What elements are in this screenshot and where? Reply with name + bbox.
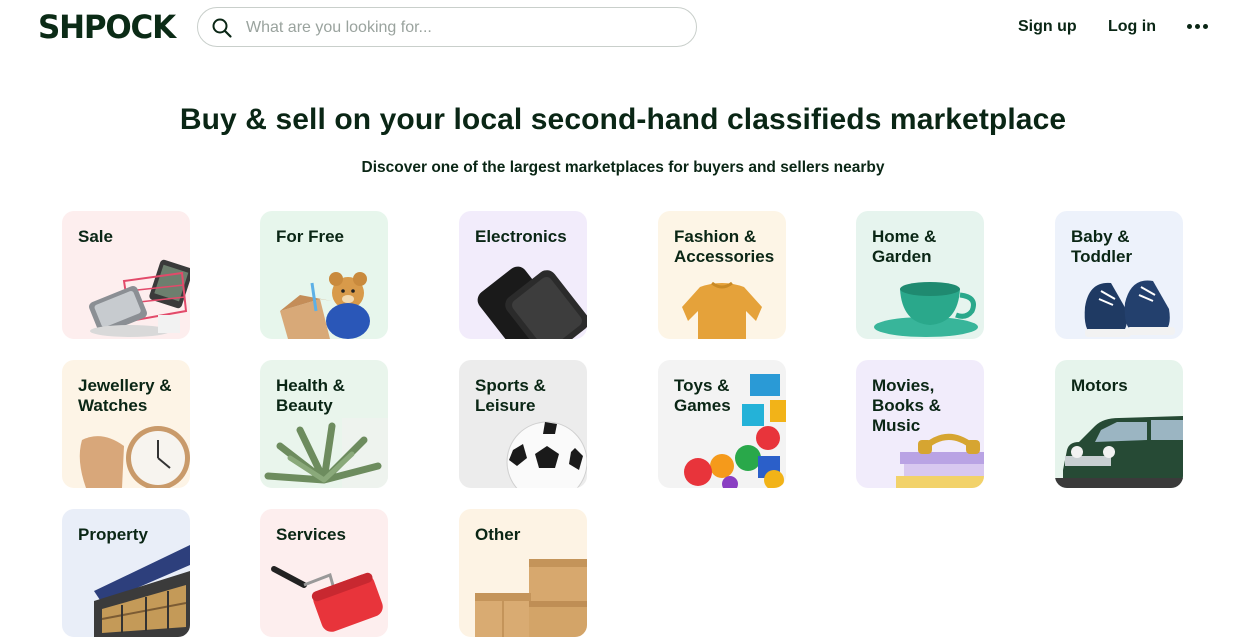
category-label: Electronics [475, 227, 567, 246]
category-tile-motors[interactable]: Motors [1055, 360, 1183, 488]
category-label: Toys & Games [674, 376, 731, 415]
sign-up-link[interactable]: Sign up [1018, 18, 1077, 36]
category-label: Baby & Toddler [1071, 227, 1133, 266]
page-title: Buy & sell on your local second-hand cla… [179, 103, 1067, 136]
search-icon[interactable] [211, 17, 233, 39]
category-label: Home & Garden [872, 227, 937, 266]
category-tile-movies-books-music[interactable]: Movies, Books & Music [856, 360, 984, 488]
log-in-link[interactable]: Log in [1108, 18, 1156, 36]
category-tile-sports-leisure[interactable]: Sports & Leisure [459, 360, 587, 488]
category-tile-toys-games[interactable]: Toys & Games [658, 360, 786, 488]
category-tile-fashion-accessories[interactable]: Fashion & Accessories [658, 211, 786, 339]
category-label: Movies, Books & Music [872, 376, 941, 435]
category-label: Services [276, 525, 346, 544]
category-label: Other [475, 525, 521, 544]
category-label: Property [78, 525, 148, 544]
page-subtitle: Discover one of the largest marketplaces… [361, 159, 885, 176]
category-tile-property[interactable]: Property [62, 509, 190, 637]
category-tile-jewellery-watches[interactable]: Jewellery & Watches [62, 360, 190, 488]
category-tile-baby-toddler[interactable]: Baby & Toddler [1055, 211, 1183, 339]
category-tile-other[interactable]: Other [459, 509, 587, 637]
category-label: Health & Beauty [276, 376, 345, 415]
category-label: Sale [78, 227, 113, 246]
category-label: Sports & Leisure [475, 376, 546, 415]
category-label: For Free [276, 227, 345, 246]
shpock-logo[interactable]: SHPOCK [38, 10, 176, 47]
more-options-icon[interactable] [1187, 24, 1211, 32]
category-label: Jewellery & Watches [78, 376, 172, 415]
category-tile-for-free[interactable]: For Free [260, 211, 388, 339]
category-tile-electronics[interactable]: Electronics [459, 211, 587, 339]
category-tile-services[interactable]: Services [260, 509, 388, 637]
category-label: Fashion & Accessories [674, 227, 775, 266]
search-input[interactable] [246, 16, 666, 40]
top-header: SHPOCK Sign up Log in [0, 0, 1250, 56]
category-tile-health-beauty[interactable]: Health & Beauty [260, 360, 388, 488]
category-tile-sale[interactable]: Sale [62, 211, 190, 339]
category-label: Motors [1071, 376, 1128, 395]
search-bar[interactable] [197, 7, 697, 47]
category-tile-home-garden[interactable]: Home & Garden [856, 211, 984, 339]
